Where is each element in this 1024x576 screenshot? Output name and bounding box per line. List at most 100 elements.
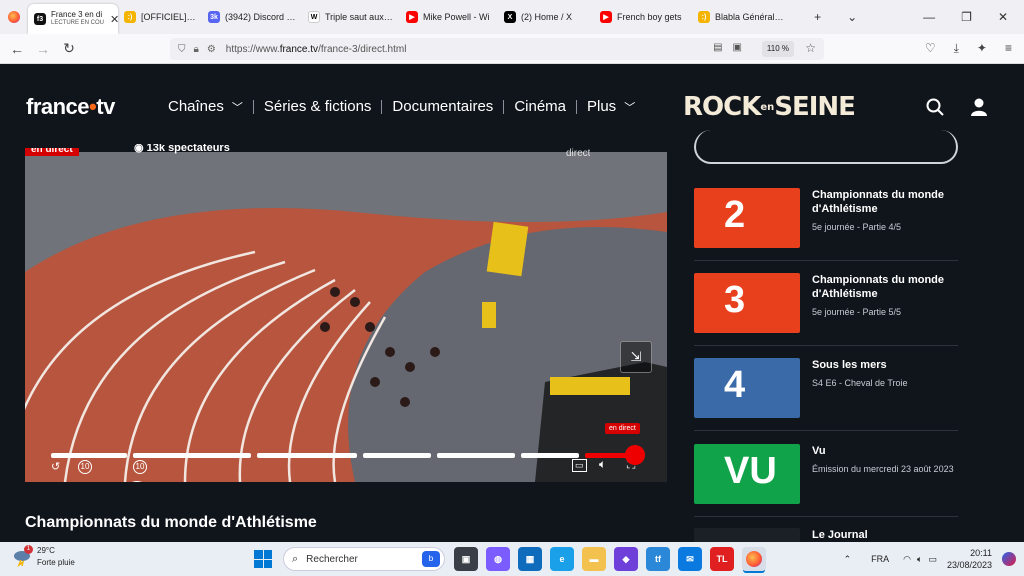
program-card-title[interactable]: Vu <box>812 444 958 458</box>
progress-bar[interactable] <box>51 453 641 459</box>
program-card[interactable]: 3 Championnats du monde d'Athlétisme 5e jo… <box>694 273 958 343</box>
task-view-icon[interactable]: ▣ <box>454 547 478 571</box>
back-button[interactable]: ← <box>4 41 30 57</box>
browser-tab[interactable]: :) [OFFICIEL] Cham <box>118 0 202 34</box>
program-card[interactable]: Le Journal <box>694 528 958 542</box>
close-tab-icon[interactable]: ✕ <box>110 13 118 26</box>
tab-favicon-icon: ▶ <box>600 11 612 23</box>
zoom-level-button[interactable]: 110 % <box>761 41 794 57</box>
mytf1-icon[interactable]: tf <box>646 547 670 571</box>
menu-chaines[interactable]: Chaînes ﹀ <box>168 98 243 115</box>
weather-widget[interactable]: 1 29°C Forte pluie <box>12 545 75 569</box>
program-card-title[interactable]: Sous les mers <box>812 358 958 372</box>
program-card[interactable]: 4 Sous les mers S4 E6 - Cheval de Troie <box>694 358 958 428</box>
program-card-title[interactable]: Le Journal <box>812 528 958 542</box>
firefox-menu-button[interactable] <box>0 0 28 34</box>
tlc-app-icon[interactable]: TL <box>710 547 734 571</box>
video-player[interactable]: ↺ 10 10 ▭ 🔈︎ ⛶ <box>25 152 667 482</box>
menu-separator <box>576 99 577 114</box>
bookmark-star-icon[interactable]: ☆ <box>805 41 816 55</box>
mail-icon[interactable]: ✉ <box>678 547 702 571</box>
show-hidden-icons-chevron[interactable]: ⌃ <box>844 554 852 565</box>
taskbar-search[interactable]: ⌕ Rechercher b <box>283 547 445 571</box>
store-icon[interactable]: ▦ <box>518 547 542 571</box>
taskbar-search-label: Rechercher <box>306 553 358 565</box>
speaker-icon[interactable]: 🔈︎ <box>917 554 922 565</box>
firefox-taskbar-icon[interactable] <box>742 547 766 571</box>
forward-10-button[interactable]: 10 <box>133 460 147 474</box>
browser-tab[interactable]: ▶ Mike Powell - Wi <box>400 0 498 34</box>
main-menu: Chaînes ﹀ Séries & fictions Documentaires… <box>168 98 635 115</box>
list-tabs-button[interactable]: ⌄ <box>847 10 857 24</box>
program-card-subtitle: 5e journée - Partie 5/5 <box>812 307 902 317</box>
pocket-icon[interactable]: ♡ <box>925 41 936 56</box>
clock-time: 20:11 <box>970 548 992 558</box>
windows-start-icon[interactable] <box>254 550 272 568</box>
url-bar[interactable]: ⛉ 🔒︎ ⚙ https://www.france.tv/france-3/di… <box>170 38 824 60</box>
copilot-icon[interactable]: ◆ <box>614 547 638 571</box>
close-window-button[interactable]: ✕ <box>998 10 1008 24</box>
system-tray: ⌃ FRA ◠ 🔈︎ ▭ 20:11 23/08/2023 <box>844 542 1016 576</box>
program-card-subtitle: 5e journée - Partie 4/5 <box>812 222 902 232</box>
windows-taskbar: 1 29°C Forte pluie ⌕ Rechercher b ▣ ◍ ▦ e ▬… <box>0 542 1024 576</box>
program-number: 3 <box>724 279 746 321</box>
program-card[interactable]: 2 Championnats du monde d'Athlétisme 5e jo… <box>694 188 958 258</box>
browser-tab[interactable]: ▶ French boy gets <box>594 0 692 34</box>
picture-in-picture-button[interactable]: ⇲ <box>620 341 652 373</box>
rewind-10-button[interactable]: 10 <box>78 460 92 474</box>
tab-favicon-icon: W <box>308 11 320 23</box>
menu-cinema[interactable]: Cinéma <box>514 98 566 115</box>
menu-series-fictions[interactable]: Séries & fictions <box>264 98 372 115</box>
progress-handle[interactable] <box>625 445 645 465</box>
chat-icon[interactable]: ◍ <box>486 547 510 571</box>
battery-icon[interactable]: ▭ <box>928 554 937 565</box>
browser-tab[interactable]: 3k (3942) Discord | # <box>202 0 302 34</box>
reader-view-icon[interactable]: ▤▣ <box>713 42 752 53</box>
restart-icon[interactable]: ↺ <box>51 460 60 473</box>
program-thumbnail[interactable] <box>694 528 800 542</box>
weather-temp: 29°C <box>37 546 55 555</box>
search-icon[interactable] <box>926 98 944 116</box>
clock-date: 23/08/2023 <box>946 560 992 570</box>
copilot-tray-icon[interactable] <box>1002 552 1016 566</box>
progress-segment <box>257 453 357 458</box>
clock[interactable]: 20:11 23/08/2023 <box>947 547 992 571</box>
program-thumbnail[interactable]: VU <box>694 444 800 504</box>
new-tab-button[interactable]: + <box>814 10 821 24</box>
restore-button[interactable]: ❐ <box>961 10 972 24</box>
reload-button[interactable]: ↻ <box>56 40 82 57</box>
program-card-title[interactable]: Championnats du monde d'Athlétisme <box>812 188 958 216</box>
france-tv-logo[interactable]: france•tv <box>26 94 115 120</box>
program-card-title[interactable]: Championnats du monde d'Athlétisme <box>812 273 958 301</box>
edge-icon[interactable]: e <box>550 547 574 571</box>
guide-button[interactable] <box>694 130 958 164</box>
extensions-icon[interactable]: ✦ <box>977 41 987 56</box>
lock-icon[interactable]: 🔒︎ <box>194 44 199 55</box>
browser-tab[interactable]: X (2) Home / X <box>498 0 594 34</box>
browser-tab[interactable]: W Triple saut aux ch <box>302 0 400 34</box>
browser-tab[interactable]: :) Blabla Général su <box>692 0 792 34</box>
live-tooltip: en direct <box>605 423 640 434</box>
input-language[interactable]: FRA <box>871 554 889 564</box>
forward-button[interactable]: → <box>30 41 56 57</box>
program-card[interactable]: VU Vu Émission du mercredi 23 août 2023 <box>694 444 958 514</box>
volume-icon[interactable]: 🔈︎ <box>599 457 606 472</box>
minimize-button[interactable]: — <box>923 10 935 24</box>
user-account-icon[interactable] <box>970 98 988 116</box>
wifi-icon[interactable]: ◠ <box>903 554 911 565</box>
rock-en-seine-promo[interactable]: ROCKenSEINE <box>683 92 856 122</box>
subtitles-icon[interactable]: ▭ <box>572 459 587 472</box>
menu-plus[interactable]: Plus ﹀ <box>587 98 635 115</box>
app-menu-icon[interactable]: ≡ <box>1005 41 1012 56</box>
permissions-icon[interactable]: ⚙ <box>207 44 216 55</box>
file-explorer-icon[interactable]: ▬ <box>582 547 606 571</box>
menu-chaines-label: Chaînes <box>168 98 224 115</box>
browser-tab[interactable]: f3 France 3 en di LECTURE EN COU ✕ <box>28 4 118 34</box>
bing-icon[interactable]: b <box>422 551 440 567</box>
program-thumbnail[interactable]: 3 <box>694 273 800 333</box>
menu-documentaires[interactable]: Documentaires <box>392 98 493 115</box>
program-thumbnail[interactable]: 4 <box>694 358 800 418</box>
downloads-icon[interactable]: ⤓ <box>954 41 959 56</box>
tracking-shield-icon[interactable]: ⛉ <box>178 44 186 55</box>
program-thumbnail[interactable]: 2 <box>694 188 800 248</box>
